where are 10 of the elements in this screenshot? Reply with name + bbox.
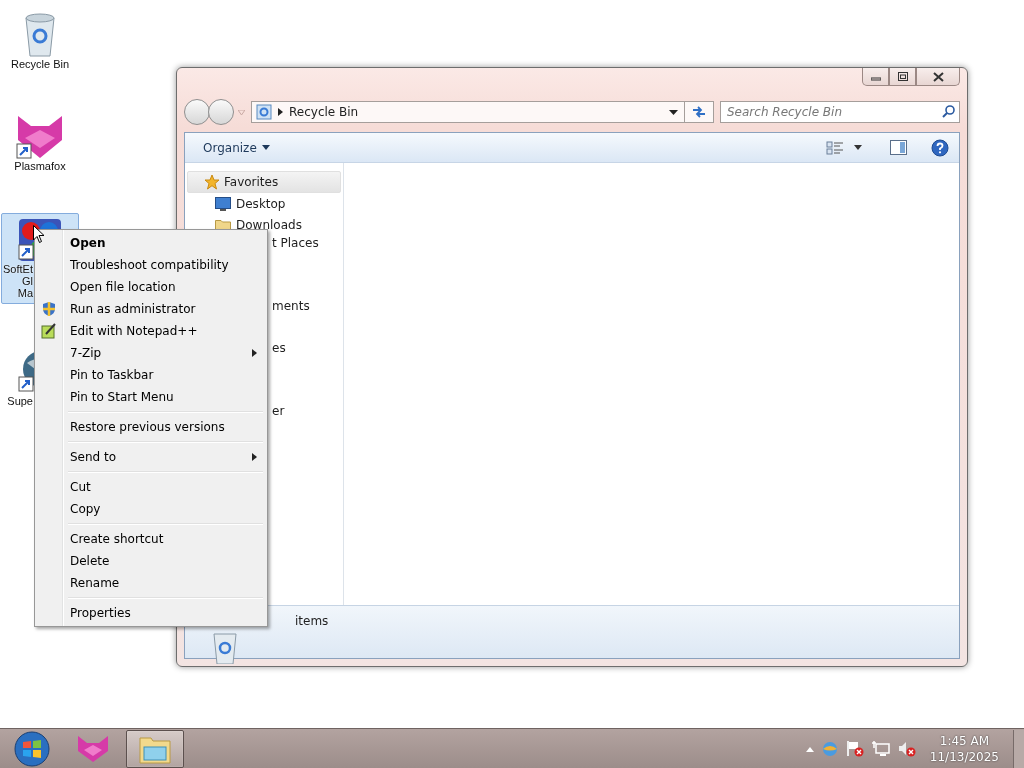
clock-date: 11/13/2025 bbox=[929, 748, 999, 765]
clock-time: 1:45 AM bbox=[939, 732, 990, 749]
shortcut-label: Recycle Bin bbox=[10, 58, 70, 70]
shortcut-label: Plasmafox bbox=[14, 160, 66, 172]
address-text: Recycle Bin bbox=[289, 105, 360, 119]
item-count: items bbox=[295, 614, 329, 628]
shortcut-label: SoftEt bbox=[2, 263, 33, 275]
shortcut-label: Gl bbox=[21, 275, 33, 287]
shortcut-label: Ma bbox=[16, 287, 33, 299]
shortcut-label: Supe bbox=[6, 395, 33, 407]
